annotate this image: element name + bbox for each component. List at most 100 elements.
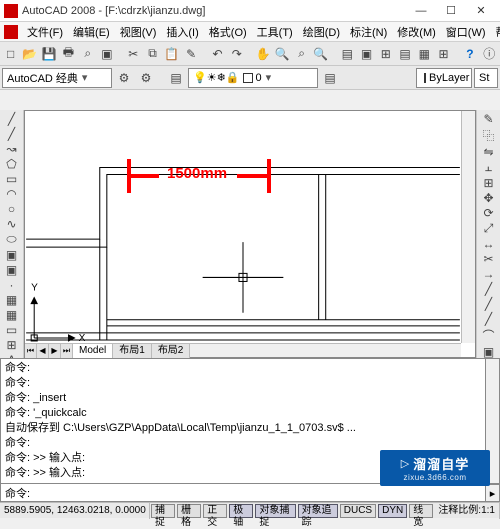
coordinates-readout[interactable]: 5889.5905, 12463.0218, 0.0000 — [0, 503, 150, 519]
properties-icon[interactable]: ▤ — [339, 44, 356, 64]
menu-modify[interactable]: 修改(M) — [392, 22, 441, 42]
move-icon[interactable]: ✥ — [479, 191, 499, 205]
erase-icon[interactable]: ✎ — [479, 112, 499, 126]
toolpalette-icon[interactable]: ⊞ — [377, 44, 394, 64]
block-icon[interactable]: ▣ — [2, 263, 22, 277]
arc-icon[interactable]: ◠ — [2, 187, 22, 201]
color-combo[interactable]: ByLayer — [416, 68, 472, 88]
scale-icon[interactable]: ⤢ — [479, 221, 499, 236]
cut-icon[interactable]: ✂ — [125, 44, 142, 64]
circle-icon[interactable]: ○ — [2, 202, 22, 216]
fillet-icon[interactable]: ⌒ — [479, 327, 499, 344]
workspace-combo[interactable]: AutoCAD 经典 ▾ — [2, 68, 112, 88]
tab-first-icon[interactable]: ⏮ — [25, 344, 37, 358]
explode-icon[interactable]: ▣ — [479, 345, 499, 359]
help-icon[interactable]: ? — [461, 44, 478, 64]
trim-icon[interactable]: ✂ — [479, 252, 499, 266]
pline-icon[interactable]: ↝ — [2, 142, 22, 156]
insert-icon[interactable]: ▣ — [2, 248, 22, 262]
cmd-scroll-right-icon[interactable]: ▸ — [486, 484, 500, 502]
zoom-prev-icon[interactable]: 🔍 — [312, 44, 329, 64]
model-space[interactable]: X Y 1500mm — [25, 111, 461, 343]
tab-layout1[interactable]: 布局1 — [113, 344, 152, 358]
point-icon[interactable]: · — [2, 278, 22, 292]
tab-layout2[interactable]: 布局2 — [152, 344, 191, 358]
xline-icon[interactable]: ╱ — [2, 127, 22, 141]
break-icon[interactable]: ╱ — [479, 282, 499, 296]
info-icon[interactable]: ⓘ — [481, 44, 498, 64]
pan-icon[interactable]: ✋ — [254, 44, 271, 64]
join-icon[interactable]: ╱ — [479, 297, 499, 311]
dyn-toggle[interactable]: DYN — [378, 504, 407, 518]
polygon-icon[interactable]: ⬠ — [2, 157, 22, 171]
ellipse-icon[interactable]: ⬭ — [2, 232, 22, 247]
snap-toggle[interactable]: 捕捉 — [151, 504, 175, 518]
zoom-rt-icon[interactable]: 🔍 — [274, 44, 291, 64]
osnap-toggle[interactable]: 对象捕捉 — [255, 504, 295, 518]
array-icon[interactable]: ⊞ — [479, 176, 499, 190]
chamfer-icon[interactable]: ╱ — [479, 312, 499, 326]
lwt-toggle[interactable]: 线宽 — [409, 504, 433, 518]
designcenter-icon[interactable]: ▣ — [358, 44, 375, 64]
menu-draw[interactable]: 绘图(D) — [298, 22, 345, 42]
layer-combo[interactable]: 💡 ☀ ❄ 🔒 0 ▾ — [188, 68, 318, 88]
drawing-viewport[interactable]: X Y 1500mm ⏮ ◀ ▶ ⏭ Model 布局1 布局2 — [24, 110, 476, 358]
menu-window[interactable]: 窗口(W) — [441, 22, 491, 42]
open-icon[interactable]: 📂 — [21, 44, 38, 64]
copy-obj-icon[interactable]: ⿻ — [479, 127, 499, 144]
copy-icon[interactable]: ⧉ — [144, 44, 161, 64]
hatch-icon[interactable]: ▦ — [2, 293, 22, 307]
match-icon[interactable]: ✎ — [182, 44, 199, 64]
zoom-win-icon[interactable]: ⌕ — [293, 44, 310, 64]
mirror-icon[interactable]: ⇋ — [479, 145, 499, 159]
minimize-button[interactable]: — — [406, 1, 436, 21]
undo-icon[interactable]: ↶ — [209, 44, 226, 64]
region-icon[interactable]: ▭ — [2, 323, 22, 337]
menu-help[interactable]: 帮助(H) — [491, 22, 500, 42]
save-icon[interactable]: 💾 — [41, 44, 58, 64]
new-icon[interactable]: □ — [2, 44, 19, 64]
layer-prev-icon[interactable]: ▤ — [320, 68, 340, 88]
preview-icon[interactable]: ⌕ — [79, 44, 96, 64]
otrack-toggle[interactable]: 对象追踪 — [298, 504, 338, 518]
polar-toggle[interactable]: 极轴 — [229, 504, 253, 518]
st-combo[interactable]: St — [474, 68, 498, 88]
command-input[interactable]: 命令: — [0, 484, 486, 502]
close-button[interactable]: ✕ — [466, 1, 496, 21]
menu-tools[interactable]: 工具(T) — [252, 22, 298, 42]
tab-last-icon[interactable]: ⏭ — [61, 344, 73, 358]
grid-toggle[interactable]: 栅格 — [177, 504, 201, 518]
stretch-icon[interactable]: ↔ — [479, 237, 499, 251]
calc-icon[interactable]: ⊞ — [435, 44, 452, 64]
menu-file[interactable]: 文件(F) — [22, 22, 68, 42]
redo-icon[interactable]: ↷ — [228, 44, 245, 64]
ducs-toggle[interactable]: DUCS — [340, 504, 376, 518]
menu-insert[interactable]: 插入(I) — [161, 22, 203, 42]
rotate-icon[interactable]: ⟳ — [479, 206, 499, 220]
markup-icon[interactable]: ▦ — [416, 44, 433, 64]
offset-icon[interactable]: ⫠ — [479, 160, 499, 175]
table-icon[interactable]: ⊞ — [2, 338, 22, 352]
publish-icon[interactable]: ▣ — [98, 44, 115, 64]
tab-prev-icon[interactable]: ◀ — [37, 344, 49, 358]
tab-model[interactable]: Model — [73, 344, 113, 358]
tab-next-icon[interactable]: ▶ — [49, 344, 61, 358]
layer-props-icon[interactable]: ▤ — [166, 68, 186, 88]
maximize-button[interactable]: ☐ — [436, 1, 466, 21]
menu-dim[interactable]: 标注(N) — [345, 22, 392, 42]
ortho-toggle[interactable]: 正交 — [203, 504, 227, 518]
gear-icon[interactable]: ⚙ — [136, 68, 156, 88]
menu-edit[interactable]: 编辑(E) — [68, 22, 115, 42]
rectangle-icon[interactable]: ▭ — [2, 172, 22, 186]
menu-format[interactable]: 格式(O) — [204, 22, 252, 42]
vertical-scrollbar[interactable] — [461, 111, 475, 343]
menu-view[interactable]: 视图(V) — [115, 22, 162, 42]
line-icon[interactable]: ╱ — [2, 112, 22, 126]
sheetset-icon[interactable]: ▤ — [396, 44, 413, 64]
gradient-icon[interactable]: ▦ — [2, 308, 22, 322]
workspace-settings-icon[interactable]: ⚙ — [114, 68, 134, 88]
paste-icon[interactable]: 📋 — [163, 44, 180, 64]
extend-icon[interactable]: → — [479, 267, 499, 281]
spline-icon[interactable]: ∿ — [2, 217, 22, 231]
print-icon[interactable]: 🖶 — [60, 44, 77, 64]
